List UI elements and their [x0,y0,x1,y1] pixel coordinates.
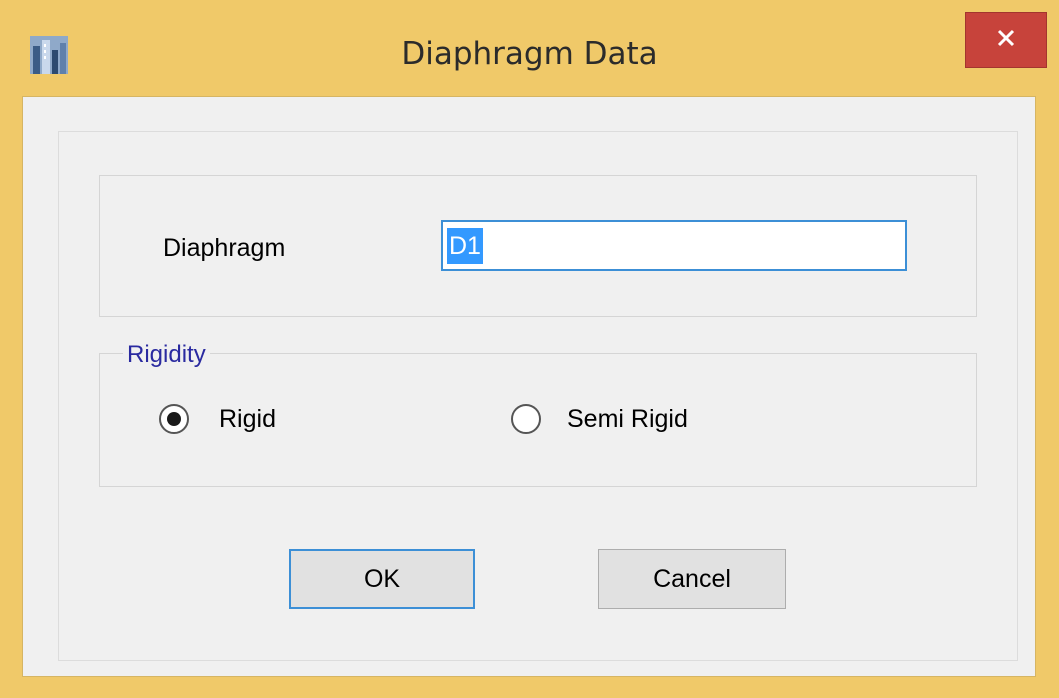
diaphragm-data-dialog: Diaphragm Data Diaphragm D1 Rigidity Rig… [0,0,1059,698]
diaphragm-name-value: D1 [447,227,483,264]
close-button[interactable] [965,12,1047,68]
diaphragm-name-input[interactable]: D1 [441,220,907,271]
diaphragm-label: Diaphragm [163,234,286,262]
dialog-client-area: Diaphragm D1 Rigidity Rigid Semi Rigid O… [22,96,1036,677]
semi-rigid-label[interactable]: Semi Rigid [567,405,688,434]
rigid-radio[interactable] [159,404,189,434]
title-bar[interactable]: Diaphragm Data [0,0,1059,96]
window-title: Diaphragm Data [401,36,658,72]
rigid-label[interactable]: Rigid [219,405,276,434]
rigidity-legend: Rigidity [123,341,210,369]
cancel-button[interactable]: Cancel [598,549,786,609]
close-icon [996,28,1016,53]
semi-rigid-radio[interactable] [511,404,541,434]
ok-button[interactable]: OK [289,549,475,609]
